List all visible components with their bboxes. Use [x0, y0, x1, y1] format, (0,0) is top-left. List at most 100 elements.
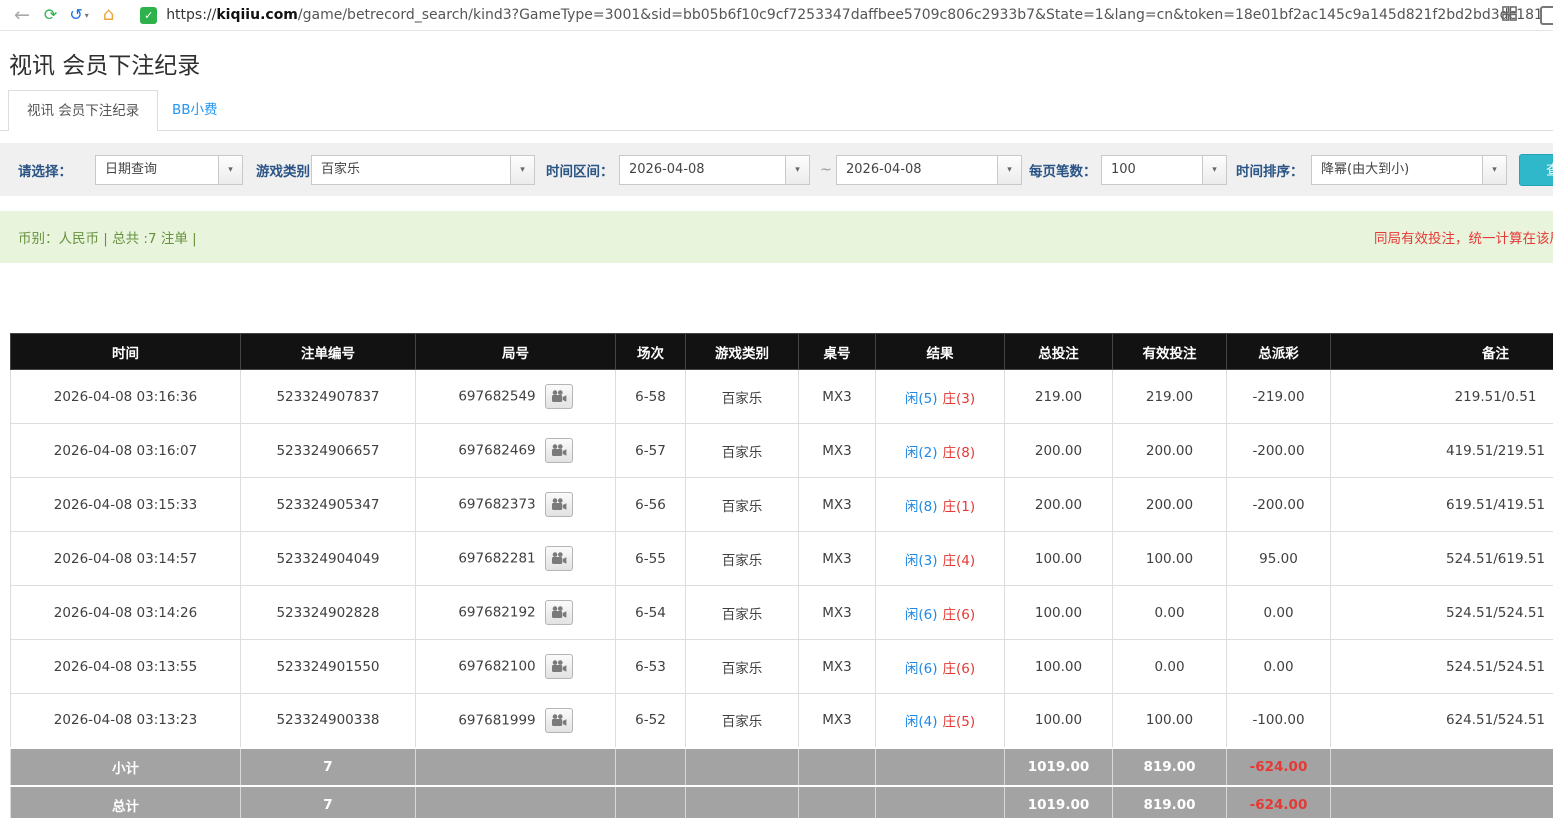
cell-game-type: 百家乐 — [686, 532, 799, 586]
undo-icon: ↺ — [69, 7, 82, 23]
table-header-row: 时间注单编号局号场次游戏类别桌号结果总投注有效投注总派彩备注 — [11, 334, 1553, 370]
video-replay-button[interactable] — [545, 654, 573, 679]
undo-button[interactable]: ↺ ▾ — [69, 7, 88, 23]
cell-note: 219.51/0.51 — [1331, 370, 1553, 424]
cell-game-type: 百家乐 — [686, 370, 799, 424]
cell-round: 697681999 — [416, 694, 616, 748]
game-type-value[interactable]: 百家乐 — [312, 156, 534, 184]
cell-valid-bet: 200.00 — [1113, 478, 1227, 532]
table-row: 2026-04-08 03:16:07 523324906657 6976824… — [11, 424, 1553, 478]
query-type-combo[interactable]: 日期查询 ▾ — [95, 155, 243, 185]
cell-note: 524.51/619.51 — [1331, 532, 1553, 586]
cell-total-bet: 100.00 — [1005, 694, 1113, 748]
home-icon[interactable]: ⌂ — [103, 6, 114, 24]
empty-cell — [876, 748, 1005, 786]
video-replay-button[interactable] — [545, 708, 573, 733]
date-to-value[interactable]: 2026-04-08 — [837, 156, 1021, 184]
back-icon[interactable]: ← — [14, 6, 30, 25]
cell-game-type: 百家乐 — [686, 424, 799, 478]
url-domain: kiqiiu.com — [216, 7, 298, 23]
result-player: 闲(6) — [905, 661, 938, 677]
chevron-down-icon[interactable]: ▾ — [1202, 156, 1226, 184]
refresh-icon[interactable]: ⟳ — [44, 7, 57, 23]
video-replay-button[interactable] — [545, 438, 573, 463]
round-id: 697682549 — [458, 389, 535, 405]
security-shield-icon[interactable]: ✓ — [140, 7, 157, 24]
records-table: 时间注单编号局号场次游戏类别桌号结果总投注有效投注总派彩备注 2026-04-0… — [10, 333, 1553, 818]
date-from-picker[interactable]: 2026-04-08 ▾ — [619, 155, 810, 185]
clipped-toolbar-icon[interactable] — [1540, 6, 1553, 25]
currency-summary-text: 币别：人民币 | 总共 :7 注单 | — [18, 227, 197, 247]
video-replay-button[interactable] — [545, 492, 573, 517]
empty-cell — [686, 786, 799, 818]
cell-session: 6-58 — [616, 370, 686, 424]
cell-total-bet: 200.00 — [1005, 424, 1113, 478]
filter-bar: 请选择： 日期查询 ▾ 游戏类别 百家乐 ▾ 时间区间： 2026-04-08 … — [0, 143, 1553, 196]
tab-bb-tip[interactable]: BB小费 — [172, 90, 218, 130]
cell-bet-id: 523324904049 — [241, 532, 416, 586]
records-table-container: 时间注单编号局号场次游戏类别桌号结果总投注有效投注总派彩备注 2026-04-0… — [10, 333, 1553, 818]
chevron-down-icon[interactable]: ▾ — [785, 156, 809, 184]
table-row: 2026-04-08 03:15:33 523324905347 6976823… — [11, 478, 1553, 532]
page-title: 视讯 会员下注纪录 — [9, 46, 200, 80]
table-row: 2026-04-08 03:14:26 523324902828 6976821… — [11, 586, 1553, 640]
cell-payout: -200.00 — [1227, 478, 1331, 532]
date-to-picker[interactable]: 2026-04-08 ▾ — [836, 155, 1022, 185]
cell-valid-bet: 0.00 — [1113, 586, 1227, 640]
chevron-down-icon[interactable]: ▾ — [997, 156, 1021, 184]
column-header: 总投注 — [1005, 334, 1113, 370]
cell-bet-id: 523324900338 — [241, 694, 416, 748]
sort-order-combo[interactable]: 降幂(由大到小) ▾ — [1311, 155, 1507, 185]
video-replay-button[interactable] — [545, 600, 573, 625]
page-size-combo[interactable]: 100 ▾ — [1101, 155, 1227, 185]
time-range-label: 时间区间： — [546, 160, 614, 180]
apps-grid-icon[interactable] — [1502, 6, 1517, 25]
video-replay-button[interactable] — [545, 546, 573, 571]
cell-bet-id: 523324902828 — [241, 586, 416, 640]
empty-cell — [799, 786, 876, 818]
tab-bet-records[interactable]: 视讯 会员下注纪录 — [8, 90, 158, 131]
cell-result: 闲(2)庄(8) — [876, 424, 1005, 478]
cell-valid-bet: 200.00 — [1113, 424, 1227, 478]
url-scheme: https:// — [166, 7, 216, 23]
chevron-down-icon[interactable]: ▾ — [218, 156, 242, 184]
video-camera-icon — [551, 714, 567, 727]
empty-cell — [1331, 748, 1553, 786]
table-row: 2026-04-08 03:13:23 523324900338 6976819… — [11, 694, 1553, 748]
chevron-down-icon[interactable]: ▾ — [510, 156, 534, 184]
result-player: 闲(8) — [905, 499, 938, 515]
cell-note: 524.51/524.51 — [1331, 640, 1553, 694]
result-player: 闲(5) — [905, 391, 938, 407]
chevron-down-icon[interactable]: ▾ — [1482, 156, 1506, 184]
game-type-combo[interactable]: 百家乐 ▾ — [311, 155, 535, 185]
cell-bet-id: 523324906657 — [241, 424, 416, 478]
cell-note: 419.51/219.51 — [1331, 424, 1553, 478]
table-row: 2026-04-08 03:16:36 523324907837 6976825… — [11, 370, 1553, 424]
round-id: 697682192 — [458, 605, 535, 621]
cell-note: 524.51/524.51 — [1331, 586, 1553, 640]
date-from-value[interactable]: 2026-04-08 — [620, 156, 809, 184]
cell-valid-bet: 0.00 — [1113, 640, 1227, 694]
column-header: 局号 — [416, 334, 616, 370]
cell-game-type: 百家乐 — [686, 478, 799, 532]
cell-session: 6-52 — [616, 694, 686, 748]
result-player: 闲(4) — [905, 714, 938, 730]
cell-game-type: 百家乐 — [686, 640, 799, 694]
cell-time: 2026-04-08 03:14:26 — [11, 586, 241, 640]
column-header: 结果 — [876, 334, 1005, 370]
address-bar[interactable]: https://kiqiiu.com/game/betrecord_search… — [166, 7, 1553, 23]
cell-session: 6-57 — [616, 424, 686, 478]
video-camera-icon — [551, 552, 567, 565]
sort-order-value[interactable]: 降幂(由大到小) — [1312, 156, 1506, 184]
table-footer: 小计 7 1019.00 819.00 -624.00 总计 7 — [11, 748, 1553, 818]
table-row: 2026-04-08 03:13:55 523324901550 6976821… — [11, 640, 1553, 694]
table-body: 2026-04-08 03:16:36 523324907837 6976825… — [11, 370, 1553, 748]
subtotal-payout: -624.00 — [1227, 748, 1331, 786]
column-header: 有效投注 — [1113, 334, 1227, 370]
url-path: /game/betrecord_search/kind3?GameType=30… — [298, 7, 1553, 23]
total-count: 7 — [241, 786, 416, 818]
undo-caret-icon[interactable]: ▾ — [85, 11, 89, 20]
video-replay-button[interactable] — [545, 384, 573, 409]
search-button[interactable]: 查询 — [1519, 154, 1553, 186]
cell-bet-id: 523324907837 — [241, 370, 416, 424]
